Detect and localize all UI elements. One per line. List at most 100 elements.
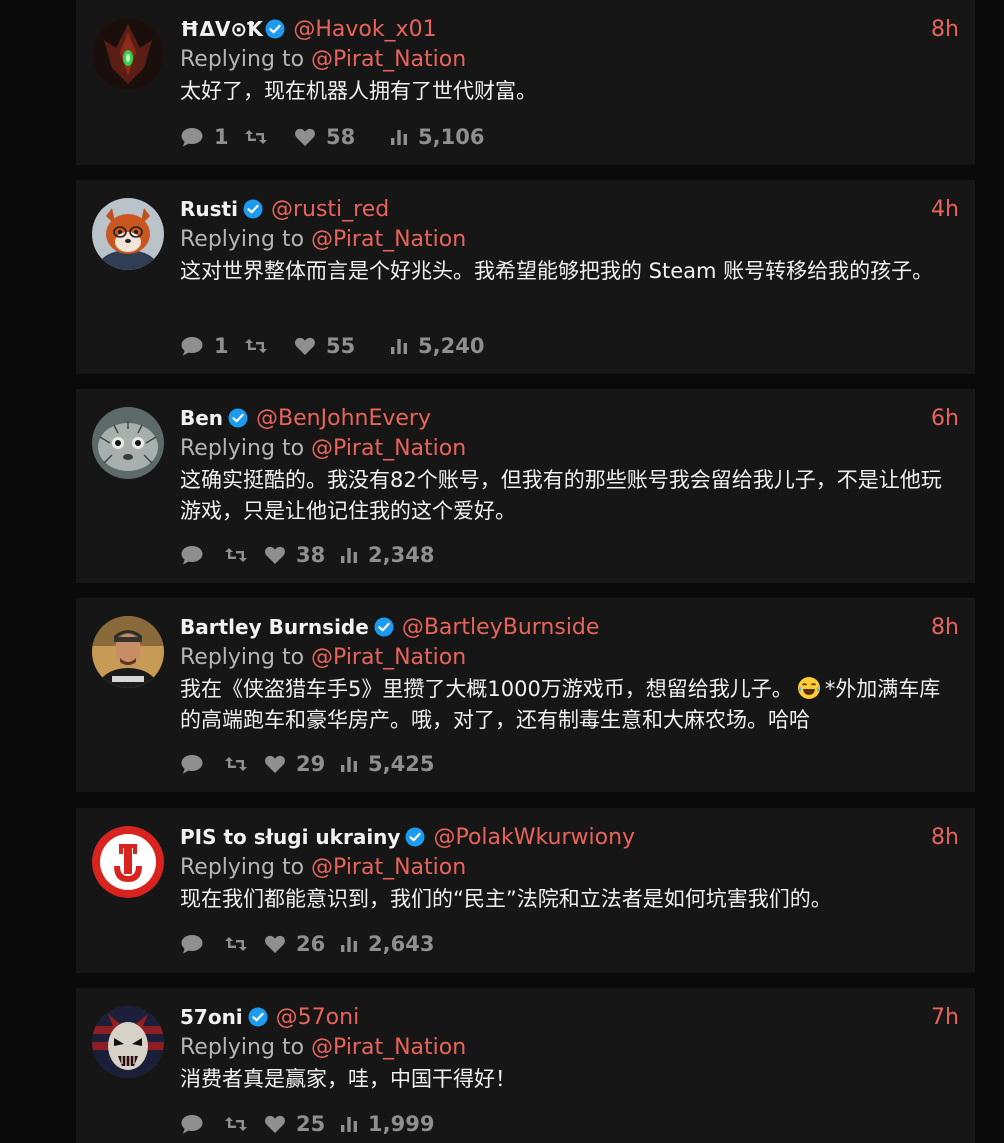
replying-to-line: Replying to @Pirat_Nation [180,44,959,75]
replying-to-link[interactable]: @Pirat_Nation [311,436,466,461]
view-count: 2,348 [368,543,435,567]
display-name[interactable]: ĦΔV⊙Ꝁ [180,17,260,41]
views-chart-icon [341,937,357,952]
replying-to-link[interactable]: @Pirat_Nation [311,855,466,880]
retweet-icon [245,130,267,144]
views-button[interactable]: 2,643 [340,932,434,956]
avatar[interactable] [92,826,164,898]
verified-badge-icon [405,827,425,847]
comment-button[interactable] [180,753,224,775]
views-chart-icon [341,1117,357,1132]
view-count: 5,106 [418,125,485,149]
retweet-button[interactable] [224,755,264,773]
action-bar: 1 58 5,106 [180,122,484,152]
view-count: 5,425 [368,752,435,776]
like-count: 26 [296,932,326,956]
comment-count: 1 [214,125,229,149]
avatar[interactable] [92,616,164,688]
user-handle[interactable]: @PolakWkurwiony [433,825,635,850]
display-name[interactable]: Ben [180,406,223,430]
verified-badge-icon [248,1007,268,1027]
like-button[interactable]: 26 [264,932,340,956]
avatar[interactable] [92,407,164,479]
replying-to-label: Replying to [180,227,305,252]
reply-card[interactable]: Rusti @rusti_red 4h Replying to @Pirat_N… [76,180,975,374]
comment-button[interactable] [180,1113,224,1135]
action-bar: 38 2,348 [180,540,434,570]
heart-icon [265,546,285,564]
timestamp[interactable]: 8h [931,825,959,850]
like-button[interactable]: 29 [264,752,340,776]
retweet-button[interactable] [244,337,294,355]
views-button[interactable]: 5,240 [390,334,484,358]
action-bar: 25 1,999 [180,1109,434,1139]
comment-button[interactable] [180,933,224,955]
comment-icon [181,546,203,565]
reply-card[interactable]: PIS to sługi ukrainy @PolakWkurwiony 8h … [76,808,975,973]
reply-text-part: 我在《侠盗猎车手5》里攒了大概1000万游戏币，想留给我儿子。 [180,677,793,701]
replying-to-line: Replying to @Pirat_Nation [180,1032,959,1063]
action-bar: 26 2,643 [180,929,434,959]
avatar[interactable] [92,198,164,270]
reply-text: 消费者真是赢家，哇，中国干得好！ [180,1067,516,1091]
like-button[interactable]: 38 [264,543,340,567]
user-handle[interactable]: @BenJohnEvery [256,406,431,431]
views-button[interactable]: 5,106 [390,125,484,149]
like-count: 58 [326,125,356,149]
comment-button[interactable]: 1 [180,334,244,358]
replying-to-label: Replying to [180,855,305,880]
reply-card[interactable]: Ben @BenJohnEvery 6h Replying to @Pirat_… [76,389,975,583]
verified-badge-icon [243,199,263,219]
comment-icon [181,1115,203,1134]
user-handle[interactable]: @BartleyBurnside [402,615,600,640]
replying-to-line: Replying to @Pirat_Nation [180,852,959,883]
laughing-tears-emoji-icon [797,676,821,700]
replying-to-line: Replying to @Pirat_Nation [180,224,959,255]
display-name[interactable]: Rusti [180,197,238,221]
timestamp[interactable]: 7h [931,1005,959,1030]
replying-to-link[interactable]: @Pirat_Nation [311,47,466,72]
views-button[interactable]: 5,425 [340,752,434,776]
reply-card[interactable]: 57oni @57oni 7h Replying to @Pirat_Natio… [76,988,975,1143]
comment-button[interactable]: 1 [180,125,244,149]
comment-button[interactable] [180,544,224,566]
retweet-icon [225,937,247,951]
timestamp[interactable]: 4h [931,197,959,222]
user-handle[interactable]: @rusti_red [271,197,389,222]
retweet-button[interactable] [224,935,264,953]
like-count: 25 [296,1112,326,1136]
views-chart-icon [391,130,407,145]
avatar[interactable] [92,1006,164,1078]
timestamp[interactable]: 6h [931,406,959,431]
retweet-button[interactable] [224,546,264,564]
display-name[interactable]: Bartley Burnside [180,615,369,639]
replying-to-link[interactable]: @Pirat_Nation [311,645,466,670]
retweet-button[interactable] [244,128,294,146]
replying-to-label: Replying to [180,436,305,461]
view-count: 1,999 [368,1112,435,1136]
reply-card[interactable]: Bartley Burnside @BartleyBurnside 8h Rep… [76,598,975,792]
like-button[interactable]: 55 [294,334,390,358]
views-chart-icon [391,339,407,354]
views-button[interactable]: 2,348 [340,543,434,567]
retweet-icon [225,757,247,771]
replying-to-link[interactable]: @Pirat_Nation [311,227,466,252]
like-count: 55 [326,334,356,358]
replying-to-link[interactable]: @Pirat_Nation [311,1035,466,1060]
retweet-icon [225,1117,247,1131]
timestamp[interactable]: 8h [931,17,959,42]
display-name[interactable]: 57oni [180,1005,243,1029]
user-handle[interactable]: @Havok_x01 [293,17,436,42]
verified-badge-icon [374,617,394,637]
avatar[interactable] [92,18,164,90]
user-handle[interactable]: @57oni [276,1005,360,1030]
like-button[interactable]: 58 [294,125,390,149]
retweet-button[interactable] [224,1115,264,1133]
timestamp[interactable]: 8h [931,615,959,640]
display-name[interactable]: PIS to sługi ukrainy [180,825,400,849]
replying-to-label: Replying to [180,47,305,72]
like-button[interactable]: 25 [264,1112,340,1136]
reply-card[interactable]: ĦΔV⊙Ꝁ @Havok_x01 8h Replying to @Pirat_N… [76,0,975,165]
views-button[interactable]: 1,999 [340,1112,434,1136]
heart-icon [265,1115,285,1133]
